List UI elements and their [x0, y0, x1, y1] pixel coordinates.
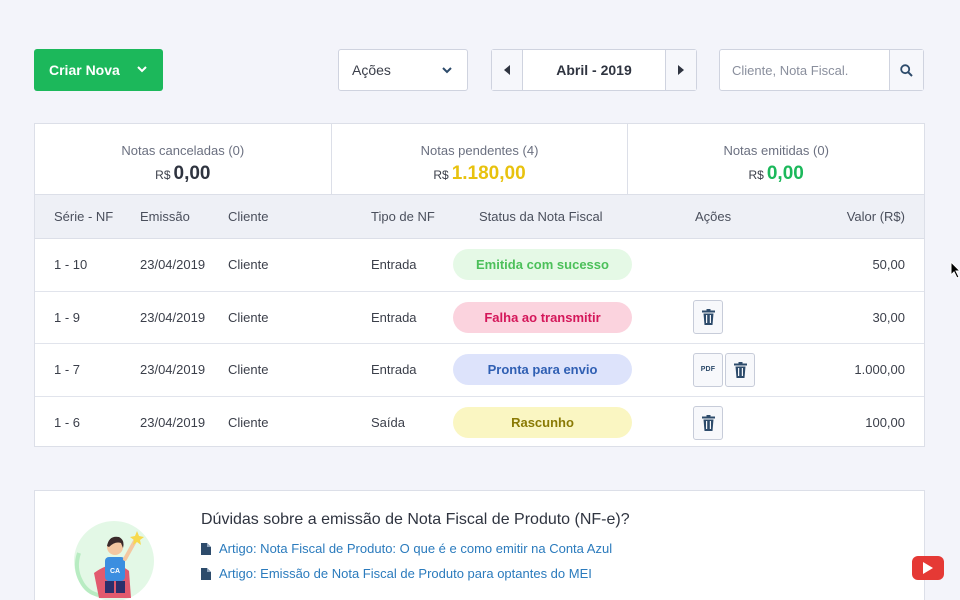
document-icon [201, 567, 211, 580]
column-header-valor[interactable]: Valor (R$) [847, 195, 905, 238]
cell-emissao: 23/04/2019 [140, 362, 206, 378]
trash-icon [733, 361, 747, 378]
month-navigator: Abril - 2019 [491, 49, 697, 91]
cell-cliente: Cliente [228, 309, 269, 325]
cell-tipo: Entrada [371, 362, 417, 378]
summary-bar: Notas canceladas (0) R$ 0,00 Notas pende… [35, 124, 924, 195]
summary-value: 0,00 [766, 163, 804, 184]
cell-cliente: Cliente [228, 415, 269, 431]
table-row[interactable]: 1 - 7 23/04/2019 Cliente Entrada Pronta … [35, 344, 924, 397]
column-header-serie[interactable]: Série - NF [54, 195, 113, 238]
toolbar: Criar Nova Ações Abril - 2019 [34, 49, 924, 91]
cell-tipo: Entrada [371, 309, 417, 325]
summary-value: 1.180,00 [451, 163, 526, 184]
column-header-acoes: Ações [695, 209, 732, 224]
pdf-button[interactable]: PDF [693, 352, 723, 387]
column-header-status[interactable]: Status da Nota Fiscal [479, 195, 603, 238]
summary-pending: Notas pendentes (4) R$ 1.180,00 [330, 124, 628, 194]
cell-serie: 1 - 6 [54, 415, 81, 431]
cell-cliente: Cliente [228, 257, 269, 273]
cell-valor: 100,00 [865, 415, 905, 431]
column-header-cliente[interactable]: Cliente [228, 195, 268, 238]
arrow-left-icon [504, 65, 510, 75]
help-card: CA Dúvidas sobre a emissão de Nota Fisca… [34, 490, 925, 600]
cell-valor: 1.000,00 [854, 362, 905, 378]
actions-dropdown[interactable]: Ações [338, 49, 468, 91]
column-header-tipo[interactable]: Tipo de NF [371, 195, 435, 238]
trash-icon [701, 309, 715, 326]
help-title: Dúvidas sobre a emissão de Nota Fiscal d… [201, 511, 630, 528]
next-month-button[interactable] [665, 50, 696, 90]
youtube-button[interactable] [912, 556, 944, 580]
cell-emissao: 23/04/2019 [140, 257, 206, 273]
pdf-icon: PDF [700, 366, 716, 374]
summary-label: Notas canceladas (0) [121, 143, 245, 158]
chevron-down-icon [442, 67, 452, 74]
status-badge: Emitida com sucesso [453, 249, 632, 281]
table-header: Série - NF Emissão Cliente Tipo de NF St… [35, 195, 924, 239]
cell-serie: 1 - 9 [54, 309, 81, 325]
cell-emissao: 23/04/2019 [140, 415, 206, 431]
summary-currency: R$ [433, 168, 449, 182]
previous-month-button[interactable] [492, 50, 523, 90]
search-icon [900, 63, 913, 77]
status-badge: Pronta para envio [453, 354, 632, 386]
invoices-panel: Notas canceladas (0) R$ 0,00 Notas pende… [34, 123, 925, 447]
table-row[interactable]: 1 - 9 23/04/2019 Cliente Entrada Falha a… [35, 292, 924, 344]
table-row[interactable]: 1 - 6 23/04/2019 Cliente Saída Rascunho … [35, 397, 924, 450]
help-link-2[interactable]: Artigo: Emissão de Nota Fiscal de Produt… [201, 566, 592, 581]
cell-valor: 30,00 [872, 309, 905, 325]
youtube-icon [923, 562, 933, 574]
status-badge: Rascunho [453, 407, 632, 439]
chevron-down-icon [137, 66, 147, 73]
search-button[interactable] [889, 50, 923, 90]
cursor-icon [950, 261, 960, 279]
delete-button[interactable] [693, 405, 723, 440]
cell-valor: 50,00 [872, 257, 905, 273]
create-new-button[interactable]: Criar Nova [34, 49, 163, 91]
cell-tipo: Entrada [371, 257, 417, 273]
summary-currency: R$ [748, 168, 764, 182]
table-row[interactable]: 1 - 10 23/04/2019 Cliente Entrada Emitid… [35, 239, 924, 292]
cell-serie: 1 - 10 [54, 257, 88, 273]
delete-button[interactable] [725, 352, 755, 387]
summary-currency: R$ [155, 168, 171, 182]
help-link-text: Artigo: Emissão de Nota Fiscal de Produt… [219, 566, 592, 581]
create-new-label: Criar Nova [49, 62, 120, 78]
cell-tipo: Saída [371, 415, 405, 431]
status-badge: Falha ao transmitir [453, 301, 632, 333]
search-input[interactable] [720, 50, 889, 90]
current-month-label: Abril - 2019 [556, 62, 632, 78]
trash-icon [701, 414, 715, 431]
avatar-badge: CA [110, 568, 120, 575]
cell-serie: 1 - 7 [54, 362, 81, 378]
search-box [719, 49, 924, 91]
help-illustration: CA [74, 521, 154, 600]
cell-cliente: Cliente [228, 362, 269, 378]
cell-emissao: 23/04/2019 [140, 309, 206, 325]
summary-cancelled: Notas canceladas (0) R$ 0,00 [35, 124, 331, 194]
actions-dropdown-label: Ações [352, 62, 391, 78]
summary-value: 0,00 [173, 163, 211, 184]
column-header-emissao[interactable]: Emissão [140, 195, 190, 238]
help-link-1[interactable]: Artigo: Nota Fiscal de Produto: O que é … [201, 541, 612, 556]
summary-label: Notas pendentes (4) [420, 143, 539, 158]
help-link-text: Artigo: Nota Fiscal de Produto: O que é … [219, 541, 613, 556]
document-icon [201, 542, 211, 555]
summary-issued: Notas emitidas (0) R$ 0,00 [627, 124, 924, 194]
delete-button[interactable] [693, 300, 723, 335]
arrow-right-icon [678, 65, 684, 75]
summary-label: Notas emitidas (0) [723, 143, 829, 158]
